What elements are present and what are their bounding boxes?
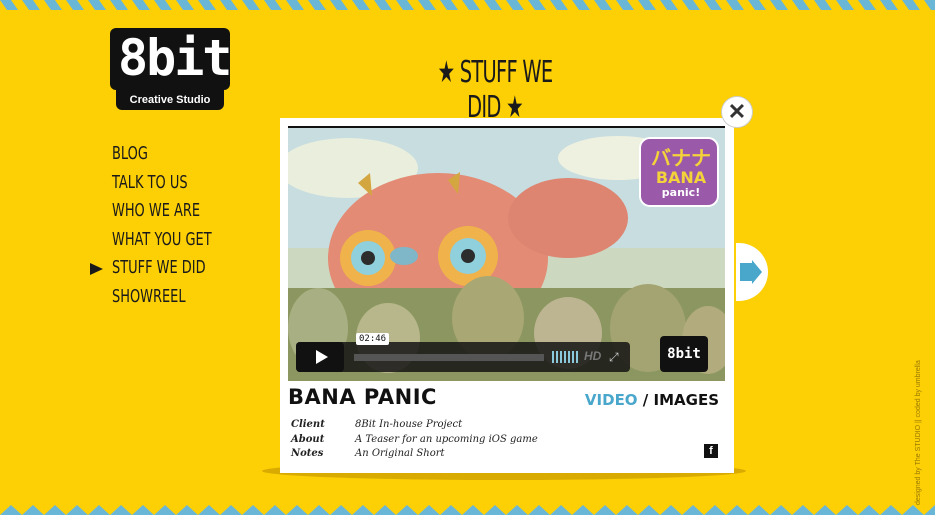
nav-item-what-you-get[interactable]: WHAT YOU GET: [112, 229, 212, 258]
tab-video[interactable]: VIDEO: [585, 391, 638, 409]
game-logo-subtext: panic!: [661, 186, 701, 199]
hd-toggle[interactable]: HD: [584, 349, 601, 363]
site-credit: designed by The STUDIO || coded by umbre…: [915, 360, 922, 505]
bottom-zigzag-border: [0, 505, 935, 515]
detail-row-about: About A Teaser for an upcoming iOS game: [291, 433, 538, 445]
media-tabs: VIDEO / IMAGES: [585, 391, 719, 409]
project-name: BANA PANIC: [288, 385, 437, 409]
logo-tagline: Creative Studio: [116, 90, 224, 110]
page-title: ★ STUFF WE DID ★: [437, 55, 554, 125]
detail-row-client: Client 8Bit In-house Project: [291, 419, 463, 430]
nav-item-who-we-are[interactable]: WHO WE ARE: [112, 200, 212, 229]
tab-images[interactable]: IMAGES: [654, 391, 719, 409]
fullscreen-icon[interactable]: ⤢: [609, 350, 619, 365]
next-project-button[interactable]: [736, 243, 768, 301]
close-icon: ✕: [727, 99, 747, 124]
detail-row-notes: Notes An Original Short: [291, 448, 445, 459]
video-controls: 02:46 HD ⤢: [296, 333, 630, 372]
video-time-tooltip: 02:46: [356, 333, 390, 345]
facebook-icon[interactable]: f: [704, 444, 718, 458]
logo-wordmark: 8bit: [110, 28, 232, 90]
top-zigzag-border: [0, 0, 935, 10]
nav-item-talk-to-us[interactable]: TALK TO US: [112, 172, 212, 201]
nav-item-stuff-we-did[interactable]: STUFF WE DID: [112, 257, 212, 286]
video-watermark-logo: 8bit: [660, 336, 708, 372]
close-button[interactable]: ✕: [722, 97, 752, 127]
studio-logo[interactable]: 8bit Creative Studio: [110, 28, 232, 112]
tab-separator: /: [642, 391, 649, 409]
active-nav-arrow-icon: [90, 263, 103, 275]
game-logo-jp: バナナ: [651, 146, 711, 170]
volume-icon[interactable]: [552, 351, 578, 363]
play-button[interactable]: [296, 342, 344, 372]
video-player[interactable]: バナナ BANA panic! 8bit 02:46 HD ⤢: [288, 126, 725, 381]
project-details: Client 8Bit In-house Project About A Tease…: [291, 419, 538, 463]
main-nav: BLOG TALK TO US WHO WE ARE WHAT YOU GET …: [90, 143, 250, 315]
nav-item-showreel[interactable]: SHOWREEL: [112, 286, 212, 315]
game-logo-text: BANA: [655, 168, 707, 187]
video-progress-track[interactable]: [354, 354, 544, 361]
nav-item-blog[interactable]: BLOG: [112, 143, 212, 172]
project-card: バナナ BANA panic! 8bit 02:46 HD ⤢ BANA PAN…: [280, 118, 734, 473]
